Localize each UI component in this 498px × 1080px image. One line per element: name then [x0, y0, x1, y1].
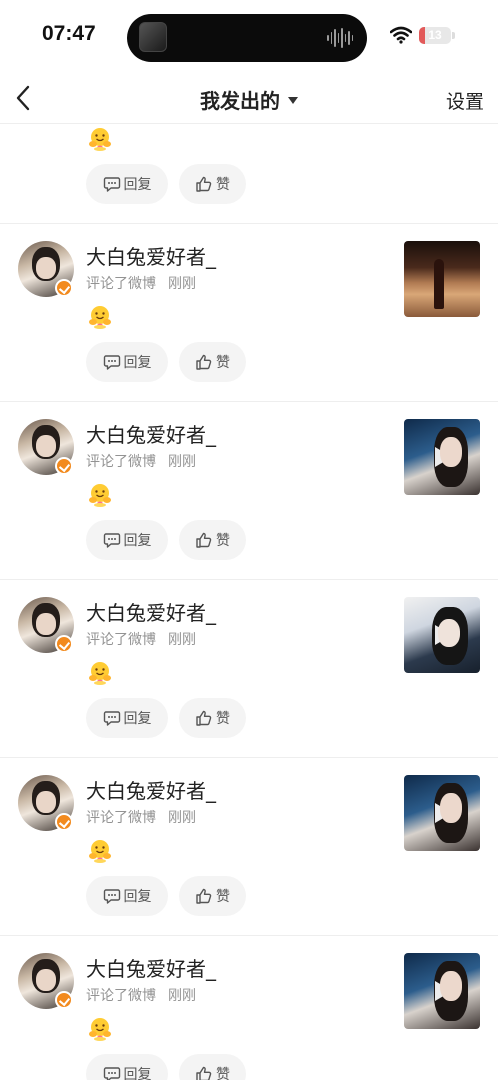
reply-label: 回复 [123, 177, 152, 193]
reply-label: 回复 [123, 889, 152, 905]
username[interactable]: 大白兔爱好者_ [86, 241, 216, 270]
username[interactable]: 大白兔爱好者_ [86, 419, 216, 448]
timestamp: 刚刚 [168, 632, 196, 648]
like-button[interactable]: 赞 [179, 164, 246, 204]
username[interactable]: 大白兔爱好者_ [86, 953, 216, 982]
play-icon [432, 979, 454, 1003]
dynamic-island[interactable] [127, 14, 367, 62]
verified-badge-icon [55, 279, 73, 297]
verified-badge-icon [55, 813, 73, 831]
username[interactable]: 大白兔爱好者_ [86, 597, 216, 626]
action-text: 评论了微博 [86, 988, 156, 1004]
verified-badge-icon [55, 457, 73, 475]
caret-down-icon [288, 97, 298, 104]
like-label: 赞 [216, 355, 230, 371]
like-label: 赞 [216, 889, 230, 905]
play-icon [432, 623, 454, 647]
verified-badge-icon [55, 991, 73, 1009]
list-item: 大白兔爱好者_ 评论了微博 刚刚 回复 赞 [0, 224, 498, 402]
battery-level: 13 [428, 28, 442, 42]
page-title: 我发出的 [200, 89, 280, 113]
play-icon [432, 801, 454, 825]
battery-indicator: 13 [419, 27, 451, 44]
comment-meta: 评论了微博 刚刚 [86, 629, 196, 649]
timestamp: 刚刚 [168, 988, 196, 1004]
hug-emoji-icon [87, 126, 113, 152]
hug-emoji-icon [87, 1016, 113, 1042]
reply-button[interactable]: 回复 [86, 342, 168, 382]
status-time: 07:47 [42, 22, 96, 45]
like-label: 赞 [216, 177, 230, 193]
timestamp: 刚刚 [168, 810, 196, 826]
thumbs-up-icon [195, 709, 213, 727]
video-thumbnail[interactable] [404, 953, 480, 1029]
post-thumbnail[interactable] [404, 241, 480, 317]
action-text: 评论了微博 [86, 276, 156, 292]
reply-label: 回复 [123, 533, 152, 549]
hug-emoji-icon [87, 660, 113, 686]
hug-emoji-icon [87, 482, 113, 508]
nav-bar: 我发出的 设置 [0, 74, 498, 124]
like-button[interactable]: 赞 [179, 342, 246, 382]
action-text: 评论了微博 [86, 632, 156, 648]
video-thumbnail[interactable] [404, 419, 480, 495]
like-button[interactable]: 赞 [179, 698, 246, 738]
comment-meta: 评论了微博 刚刚 [86, 807, 196, 827]
reply-button[interactable]: 回复 [86, 876, 168, 916]
like-button[interactable]: 赞 [179, 520, 246, 560]
page-title-dropdown[interactable]: 我发出的 [0, 85, 498, 114]
thumbs-up-icon [195, 353, 213, 371]
comment-bubble-icon [103, 175, 121, 193]
now-playing-artwork [139, 22, 167, 52]
hug-emoji-icon [87, 838, 113, 864]
wifi-icon [390, 26, 412, 44]
reply-label: 回复 [123, 1067, 152, 1080]
comment-feed[interactable]: 回复 赞 大白兔爱好者_ 评论了微博 刚刚 回复 赞 大白兔爱好者_ 评论了微博刚… [0, 124, 498, 1080]
list-item: 大白兔爱好者_ 评论了微博 刚刚 回复 赞 [0, 936, 498, 1080]
thumbs-up-icon [195, 887, 213, 905]
reply-button[interactable]: 回复 [86, 164, 168, 204]
verified-badge-icon [55, 635, 73, 653]
hug-emoji-icon [87, 304, 113, 330]
action-text: 评论了微博 [86, 810, 156, 826]
settings-button[interactable]: 设置 [446, 87, 484, 114]
comment-bubble-icon [103, 1065, 121, 1080]
list-item: 大白兔爱好者_ 评论了微博 刚刚 回复 赞 [0, 580, 498, 758]
comment-meta: 评论了微博 刚刚 [86, 985, 196, 1005]
comment-bubble-icon [103, 887, 121, 905]
comment-bubble-icon [103, 709, 121, 727]
comment-bubble-icon [103, 353, 121, 371]
video-thumbnail[interactable] [404, 775, 480, 851]
timestamp: 刚刚 [168, 276, 196, 292]
timestamp: 刚刚 [168, 454, 196, 470]
list-item: 大白兔爱好者_ 评论了微博 刚刚 回复 赞 [0, 758, 498, 936]
reply-label: 回复 [123, 711, 152, 727]
comment-meta: 评论了微博 刚刚 [86, 451, 196, 471]
list-item: 大白兔爱好者_ 评论了微博 刚刚 回复 赞 [0, 402, 498, 580]
battery-cap [452, 32, 455, 39]
like-button[interactable]: 赞 [179, 876, 246, 916]
like-label: 赞 [216, 1067, 230, 1080]
reply-button[interactable]: 回复 [86, 698, 168, 738]
list-item: 回复 赞 [0, 124, 498, 224]
reply-label: 回复 [123, 355, 152, 371]
like-button[interactable]: 赞 [179, 1054, 246, 1080]
reply-button[interactable]: 回复 [86, 1054, 168, 1080]
thumbs-up-icon [195, 175, 213, 193]
thumbs-up-icon [195, 531, 213, 549]
like-label: 赞 [216, 533, 230, 549]
thumbs-up-icon [195, 1065, 213, 1080]
reply-button[interactable]: 回复 [86, 520, 168, 560]
action-text: 评论了微博 [86, 454, 156, 470]
video-thumbnail[interactable] [404, 597, 480, 673]
play-icon [432, 445, 454, 469]
comment-bubble-icon [103, 531, 121, 549]
like-label: 赞 [216, 711, 230, 727]
comment-meta: 评论了微博 刚刚 [86, 273, 196, 293]
username[interactable]: 大白兔爱好者_ [86, 775, 216, 804]
status-bar: 07:47 13 [0, 0, 498, 74]
audio-waveform-icon [327, 27, 353, 49]
